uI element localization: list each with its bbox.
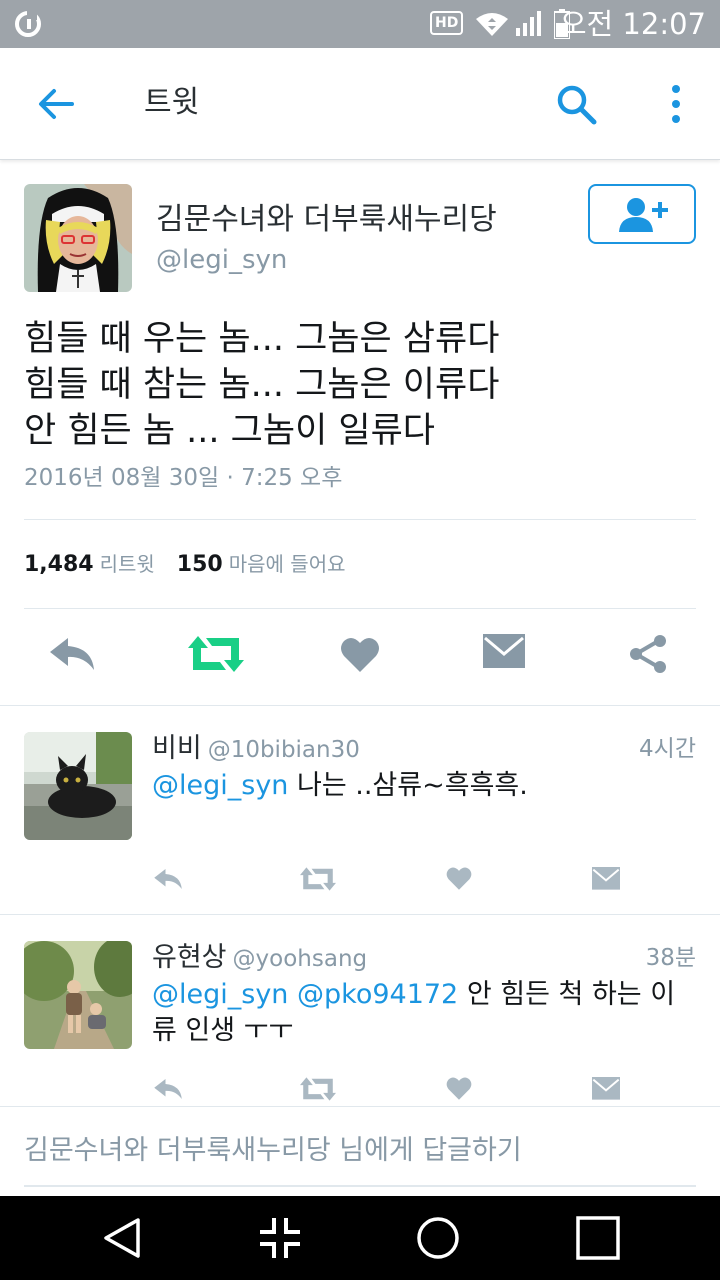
status-time: 오전 12:07 (559, 7, 706, 41)
tweet-line: 힘들 때 참는 놈... 그놈은 이류다 (24, 365, 500, 405)
direct-message-icon[interactable] (592, 867, 620, 891)
like-heart-icon[interactable] (340, 634, 380, 674)
nav-recents-icon[interactable] (576, 1216, 620, 1260)
tweet-text: 힘들 때 우는 놈... 그놈은 삼류다힘들 때 참는 놈... 그놈은 이류다… (24, 316, 499, 454)
nav-minimize-icon[interactable] (258, 1216, 302, 1260)
retweet-label[interactable]: 리트윗 (100, 552, 155, 576)
reply-avatar[interactable] (24, 941, 132, 1049)
signal-icon (516, 11, 541, 36)
divider (24, 519, 696, 520)
direct-message-icon[interactable] (592, 1077, 620, 1101)
reply-author[interactable]: 유현상 @yoohsang (152, 941, 367, 976)
divider (24, 608, 696, 609)
back-arrow-icon[interactable] (36, 84, 76, 124)
tweet-actions (0, 634, 720, 678)
reply-composer[interactable]: 김문수녀와 더부룩새누리당 님에게 답글하기 (0, 1106, 720, 1196)
reply-time: 38분 (645, 945, 696, 971)
like-count[interactable]: 150 (177, 552, 223, 577)
reply-avatar[interactable] (24, 732, 132, 840)
reply-author-name: 비비 (152, 733, 202, 764)
add-user-icon (619, 198, 668, 232)
author-avatar[interactable] (24, 184, 132, 292)
reply-author-handle: @10bibian30 (207, 737, 360, 763)
app-bar: 트윗 (0, 48, 720, 160)
retweet-icon[interactable] (300, 866, 336, 892)
reply-author-name: 유현상 (152, 942, 227, 973)
page-title: 트윗 (144, 85, 200, 120)
nav-back-icon[interactable] (100, 1216, 144, 1260)
reply-author[interactable]: 비비 @10bibian30 (152, 732, 360, 767)
mention-link[interactable]: @legi_syn (152, 770, 288, 801)
wifi-icon (476, 13, 508, 36)
like-heart-icon[interactable] (446, 1075, 472, 1101)
nav-home-icon[interactable] (416, 1216, 460, 1260)
android-nav-bar (0, 1196, 720, 1280)
tweet-stats: 1,484 리트윗 150 마음에 들어요 (24, 548, 346, 581)
reply-icon[interactable] (153, 1076, 183, 1102)
reply-text: @legi_syn 나는 ..삼류~흑흑흑. (152, 768, 692, 804)
tweet-timestamp: 2016년 08월 30일 · 7:25 오후 (24, 465, 343, 491)
divider (0, 705, 720, 706)
retweet-icon[interactable] (188, 634, 244, 674)
divider (0, 914, 720, 915)
reply-time: 4시간 (639, 736, 696, 762)
carrier-logo-icon (15, 11, 41, 37)
like-label[interactable]: 마음에 들어요 (229, 552, 346, 576)
tweet-line: 안 힘든 놈 ... 그놈이 일류다 (24, 411, 436, 451)
reply-icon[interactable] (153, 866, 183, 892)
reply-text-content: 나는 ..삼류~흑흑흑. (288, 770, 528, 801)
author-name[interactable]: 김문수녀와 더부룩새누리당 (156, 200, 497, 240)
share-icon[interactable] (628, 634, 668, 674)
like-heart-icon[interactable] (446, 865, 472, 891)
reply-icon[interactable] (48, 634, 96, 674)
retweet-count[interactable]: 1,484 (24, 552, 94, 577)
mention-link[interactable]: @pko94172 (297, 979, 458, 1010)
reply-input-placeholder[interactable]: 김문수녀와 더부룩새누리당 님에게 답글하기 (24, 1131, 522, 1171)
direct-message-icon[interactable] (483, 634, 525, 670)
status-bar: HD 오전 12:07 (0, 0, 720, 48)
follow-button[interactable] (588, 184, 696, 244)
retweet-icon[interactable] (300, 1076, 336, 1102)
reply-text: @legi_syn @pko94172 안 힘든 척 하는 이류 인생 ㅜㅜ (152, 977, 692, 1049)
reply-author-handle: @yoohsang (232, 946, 368, 972)
mention-link[interactable]: @legi_syn (152, 979, 288, 1010)
author-handle[interactable]: @legi_syn (156, 242, 287, 278)
more-vertical-icon[interactable] (660, 82, 692, 126)
tweet-line: 힘들 때 우는 놈... 그놈은 삼류다 (24, 319, 500, 359)
hd-badge: HD (430, 11, 464, 35)
search-icon[interactable] (554, 82, 598, 126)
reply-input-underline (24, 1185, 696, 1187)
